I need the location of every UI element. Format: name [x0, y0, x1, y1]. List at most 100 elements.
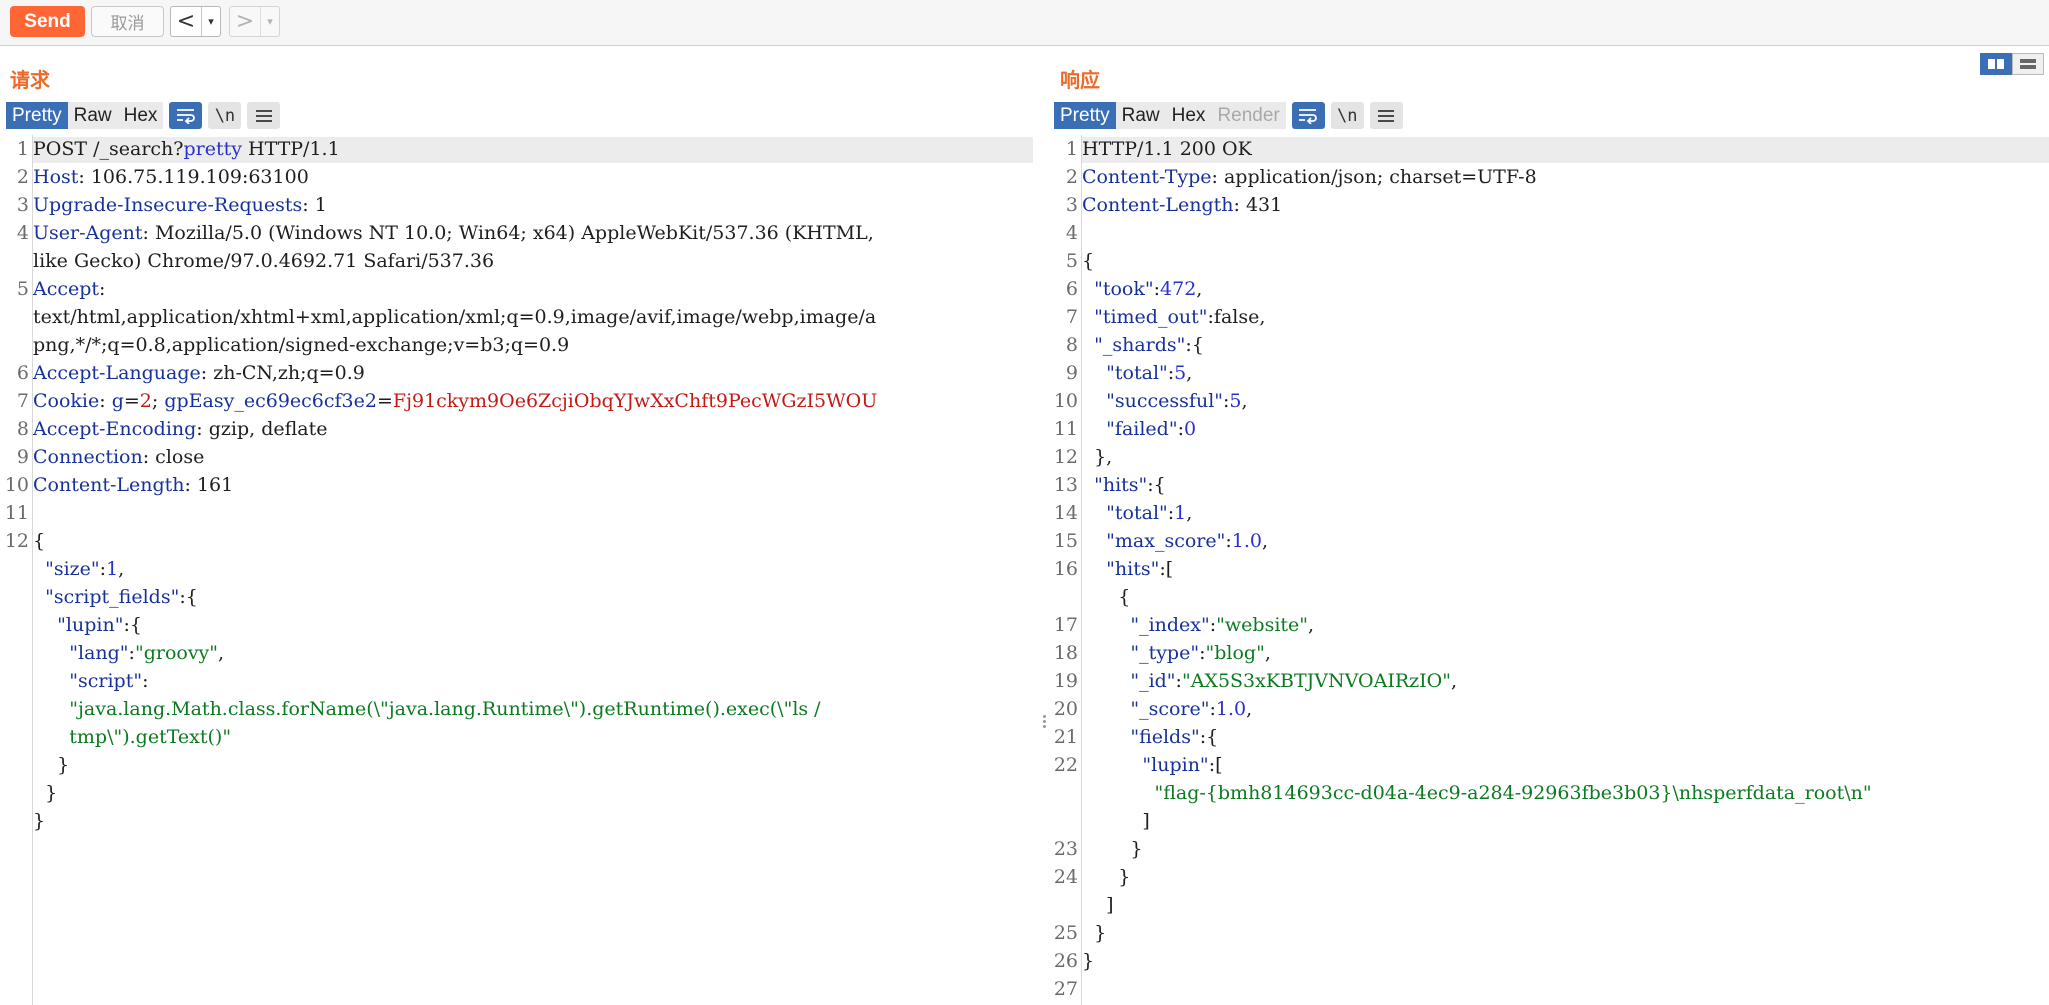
request-menu-button[interactable]: [247, 102, 281, 129]
code-token: }: [1082, 838, 1143, 860]
code-line: 12 },: [1049, 443, 2049, 471]
code-text: "java.lang.Math.class.forName(\"java.lan…: [33, 695, 821, 723]
history-back-group: < ▾: [170, 6, 221, 37]
forward-dropdown-icon[interactable]: ▾: [261, 7, 279, 36]
code-token: "java.lang.Math.class.forName(\"java.lan…: [69, 698, 821, 720]
code-token: "took": [1094, 278, 1154, 300]
code-token: :: [142, 670, 149, 692]
code-token: "hits": [1106, 558, 1160, 580]
code-token: :false,: [1207, 306, 1266, 328]
code-token: like Gecko) Chrome/97.0.4692.71 Safari/5…: [33, 250, 495, 272]
code-token: "total": [1106, 502, 1168, 524]
back-arrow-icon[interactable]: <: [171, 7, 202, 36]
forward-arrow-icon[interactable]: >: [230, 7, 261, 36]
response-tab-pretty[interactable]: Pretty: [1054, 102, 1116, 129]
request-tab-pretty[interactable]: Pretty: [6, 102, 68, 129]
code-token: 5: [1174, 362, 1187, 384]
request-tab-hex[interactable]: Hex: [117, 102, 164, 129]
line-number: 7: [1065, 306, 1078, 328]
code-token: "lang": [69, 642, 129, 664]
pane-splitter[interactable]: [1040, 46, 1049, 1005]
code-token: Cookie: [33, 390, 100, 412]
line-number: 5: [1065, 250, 1078, 272]
code-token: :: [99, 278, 106, 300]
code-token: "lupin": [57, 614, 124, 636]
code-token: :{: [1147, 474, 1166, 496]
code-token: "website": [1216, 614, 1309, 636]
code-text: png,*/*;q=0.8,application/signed-exchang…: [33, 331, 569, 359]
code-token: =: [123, 390, 140, 412]
response-newline-toggle[interactable]: \n: [1330, 102, 1364, 129]
code-token: :{: [123, 614, 142, 636]
code-token: =: [376, 390, 393, 412]
code-token: "max_score": [1106, 530, 1226, 552]
code-text: {: [1082, 247, 1094, 275]
code-token: "size": [45, 558, 100, 580]
code-line: 27: [1049, 975, 2049, 1003]
code-token: 472: [1160, 278, 1197, 300]
code-text: "hits":[: [1082, 555, 1173, 583]
code-token: 1.0: [1215, 698, 1247, 720]
code-token: Fj91ckym9Oe6ZcjiObqYJwXxChft9PecWGzI5WOU: [392, 390, 878, 412]
code-token: "hits": [1094, 474, 1148, 496]
code-line: 7 Cookie: g=2; gpEasy_ec69ec6cf3e2=Fj91ck…: [0, 387, 1034, 415]
response-menu-button[interactable]: [1369, 102, 1403, 129]
request-editor[interactable]: 1 POST /_search?pretty HTTP/1.1 2 Host: 106…: [0, 135, 1034, 1005]
code-token: 1: [106, 558, 119, 580]
response-tab-raw[interactable]: Raw: [1115, 102, 1166, 129]
response-editor[interactable]: 1 HTTP/1.1 200 OK 2 Content-Type: applicati…: [1049, 135, 2049, 1005]
code-token: :: [99, 390, 112, 412]
code-token: "_type": [1130, 642, 1200, 664]
code-token: ;: [151, 390, 165, 412]
back-dropdown-icon[interactable]: ▾: [202, 7, 220, 36]
code-token: : 161: [184, 474, 234, 496]
code-token: png,*/*;q=0.8,application/signed-exchang…: [33, 334, 570, 356]
code-text: "script_fields":{: [33, 583, 198, 611]
line-number: 8: [1065, 334, 1078, 356]
code-token: }: [33, 810, 46, 832]
line-number: 23: [1053, 838, 1078, 860]
line-number: 13: [1053, 474, 1078, 496]
code-text: "lang":"groovy",: [33, 639, 224, 667]
code-text: "successful":5,: [1082, 387, 1247, 415]
request-newline-toggle[interactable]: \n: [208, 102, 242, 129]
code-line: 3 Upgrade-Insecure-Requests: 1: [0, 191, 1034, 219]
side-by-side-layout-button[interactable]: [1980, 53, 2012, 75]
request-tab-raw[interactable]: Raw: [67, 102, 118, 129]
code-line: 24 }: [1049, 863, 2049, 891]
request-wrap-toggle[interactable]: [169, 102, 203, 129]
line-number: 16: [1053, 558, 1078, 580]
code-line: 5{: [1049, 247, 2049, 275]
code-token: "_index": [1130, 614, 1210, 636]
code-line: 9 "total":5,: [1049, 359, 2049, 387]
code-line: 6 "took":472,: [1049, 275, 2049, 303]
toolbar: Send 取消 < ▾ > ▾: [0, 0, 2049, 46]
code-line: 15 "max_score":1.0,: [1049, 527, 2049, 555]
code-token: :[: [1159, 558, 1174, 580]
line-number: 12: [4, 530, 29, 552]
stacked-layout-button[interactable]: [2012, 53, 2044, 75]
code-token: :[: [1208, 754, 1223, 776]
response-tabbar: Pretty Raw Hex Render \n: [1054, 102, 1403, 129]
cancel-button[interactable]: 取消: [91, 6, 164, 37]
code-text: tmp\").getText()": [33, 723, 231, 751]
code-token: User-Agent: [33, 222, 143, 244]
code-line: 18 "_type":"blog",: [1049, 639, 2049, 667]
code-line: 19 "_id":"AX5S3xKBTJVNVOAIRzIO",: [1049, 667, 2049, 695]
code-text: ]: [1082, 807, 1149, 835]
code-token: "total": [1106, 362, 1168, 384]
response-tab-render[interactable]: Render: [1211, 102, 1286, 129]
response-tab-hex[interactable]: Hex: [1165, 102, 1212, 129]
send-button[interactable]: Send: [10, 6, 85, 37]
response-wrap-toggle[interactable]: [1291, 102, 1325, 129]
code-text: "_score":1.0,: [1082, 695, 1252, 723]
